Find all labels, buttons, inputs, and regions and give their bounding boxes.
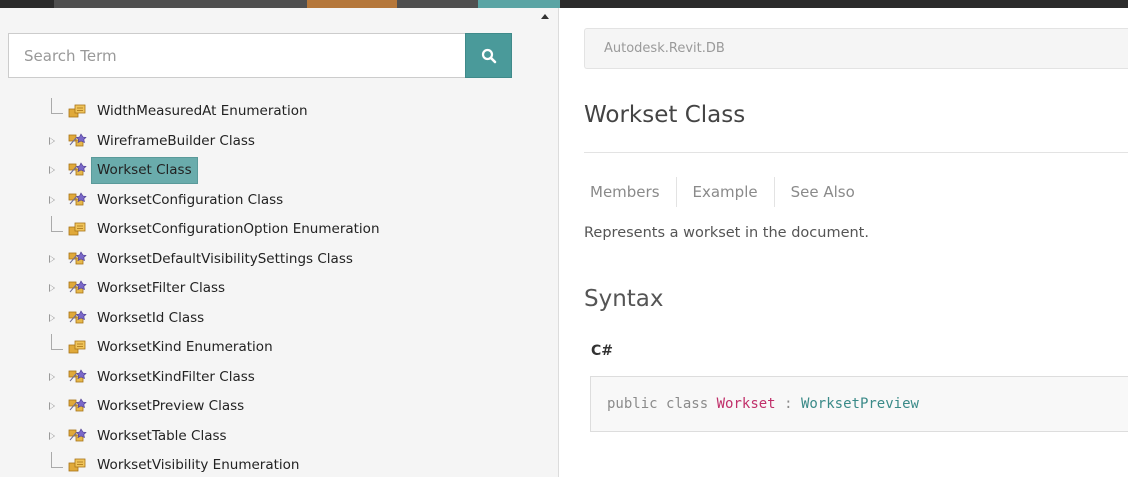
tree-item-label[interactable]: WidthMeasuredAt Enumeration [91, 98, 314, 125]
expand-arrow-icon[interactable] [49, 136, 55, 145]
code-colon: : [784, 396, 793, 412]
tree-item-label[interactable]: WorksetKindFilter Class [91, 364, 261, 391]
tab-members[interactable]: Members [584, 176, 666, 208]
class-icon [67, 279, 87, 297]
tree-item[interactable]: WorksetConfigurationOption Enumeration [0, 214, 558, 244]
breadcrumb[interactable]: Autodesk.Revit.DB [584, 28, 1128, 69]
scroll-up-arrow-icon[interactable] [541, 14, 549, 19]
code-modifier: public [607, 396, 658, 412]
top-bar-segment-accent [307, 0, 397, 8]
search-box [8, 33, 512, 78]
class-icon [67, 191, 87, 209]
search-icon [481, 48, 496, 63]
top-bar-segment-active [478, 0, 560, 8]
tab-see-also[interactable]: See Also [785, 176, 861, 208]
expand-arrow-icon[interactable] [49, 402, 55, 410]
top-progress-bar [0, 0, 1128, 8]
tab-separator [773, 177, 775, 207]
class-icon [67, 368, 87, 386]
expand-arrow-icon[interactable] [49, 195, 55, 204]
tree-item-label[interactable]: WireframeBuilder Class [91, 128, 261, 155]
tree-item[interactable]: WorksetKindFilter Class [0, 362, 558, 392]
tree-item-label[interactable]: WorksetDefaultVisibilitySettings Class [91, 246, 359, 273]
expand-arrow-icon[interactable] [49, 284, 55, 292]
class-icon [67, 132, 87, 150]
code-keyword: class [666, 396, 709, 412]
tree-item[interactable]: Workset Class [0, 155, 558, 185]
code-class-name: Workset [716, 396, 776, 412]
tree-item[interactable]: WorksetKind Enumeration [0, 332, 558, 362]
title-divider [584, 152, 1128, 153]
tree-item[interactable]: WorksetDefaultVisibilitySettings Class [0, 244, 558, 274]
class-summary: Represents a workset in the document. [584, 225, 869, 241]
tree-connector-line [51, 216, 63, 232]
tree-item-label[interactable]: WorksetTable Class [91, 423, 233, 450]
tree-connector-line [51, 334, 63, 350]
enum-icon [67, 456, 87, 474]
expand-arrow-icon[interactable] [49, 254, 55, 263]
class-icon [67, 427, 87, 445]
tree-item[interactable]: WorksetFilter Class [0, 273, 558, 303]
syntax-heading: Syntax [584, 286, 664, 312]
tree-item[interactable]: WorksetVisibility Enumeration [0, 450, 558, 480]
tree-connector-line [51, 452, 63, 468]
tree-item[interactable]: WorksetPreview Class [0, 391, 558, 421]
page-title: Workset Class [584, 102, 746, 128]
expand-arrow-icon[interactable] [49, 313, 55, 322]
expand-arrow-icon[interactable] [49, 372, 55, 381]
main-content: Autodesk.Revit.DB Workset Class Members … [560, 8, 1128, 477]
tree-item-label[interactable]: WorksetConfiguration Class [91, 187, 289, 214]
tree-item[interactable]: WidthMeasuredAt Enumeration [0, 96, 558, 126]
expand-arrow-icon[interactable] [49, 166, 55, 174]
tab-separator [675, 177, 677, 207]
tree-item[interactable]: WireframeBuilder Class [0, 126, 558, 156]
tree-item-label[interactable]: WorksetKind Enumeration [91, 334, 279, 361]
tab-example[interactable]: Example [687, 176, 764, 208]
top-bar-segment [54, 0, 307, 8]
code-language-label: C# [591, 343, 614, 359]
expand-arrow-icon[interactable] [49, 431, 55, 440]
tree-connector-line [51, 98, 63, 114]
section-tabs: Members Example See Also [584, 176, 861, 208]
class-icon [67, 309, 87, 327]
class-icon [67, 250, 87, 268]
class-icon [67, 161, 87, 179]
syntax-code-block[interactable]: public class Workset : WorksetPreview [590, 376, 1128, 432]
tree-item-label[interactable]: Workset Class [91, 157, 198, 184]
enum-icon [67, 102, 87, 120]
tree-item[interactable]: WorksetTable Class [0, 421, 558, 451]
tree-item-label[interactable]: WorksetPreview Class [91, 393, 250, 420]
sidebar: WidthMeasuredAt Enumeration WireframeBuil… [0, 8, 559, 477]
search-button[interactable] [465, 33, 512, 78]
enum-icon [67, 220, 87, 238]
top-bar-segment [397, 0, 478, 8]
search-input[interactable] [8, 33, 466, 78]
tree-item[interactable]: WorksetConfiguration Class [0, 185, 558, 215]
tree-item-label[interactable]: WorksetConfigurationOption Enumeration [91, 216, 386, 243]
tree-item-label[interactable]: WorksetFilter Class [91, 275, 231, 302]
tree-item-label[interactable]: WorksetId Class [91, 305, 210, 332]
class-icon [67, 397, 87, 415]
tree-item[interactable]: WorksetId Class [0, 303, 558, 333]
tree-item-label[interactable]: WorksetVisibility Enumeration [91, 452, 305, 479]
code-base-class: WorksetPreview [800, 396, 919, 412]
enum-icon [67, 338, 87, 356]
api-tree: WidthMeasuredAt Enumeration WireframeBuil… [0, 96, 558, 480]
